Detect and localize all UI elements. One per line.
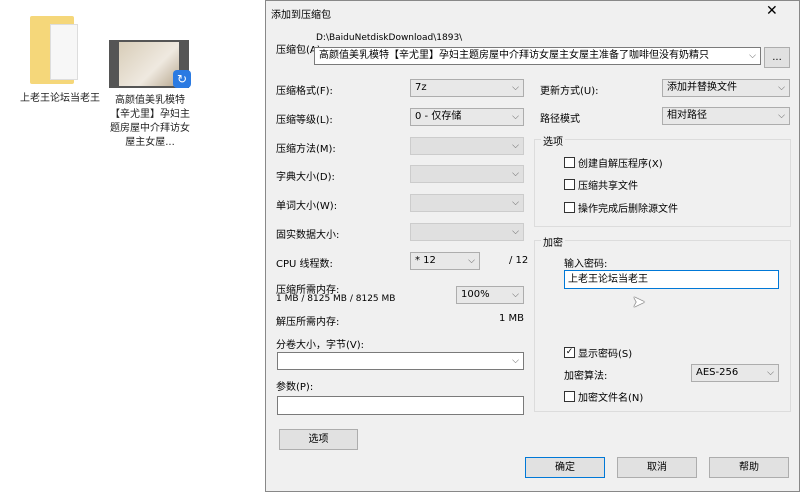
mouse-cursor-icon: ➤ [632, 292, 646, 311]
volume-label: 分卷大小，字节(V): [276, 340, 365, 351]
checkbox[interactable] [564, 179, 575, 190]
level-label: 压缩等级(L): [276, 115, 333, 126]
video-file-label: 高颜值美乳模特【辛尤里】孕妇主题房屋中介拜访女屋主女屋... [110, 95, 190, 148]
update-select[interactable]: 添加并替换文件 ⌵ [662, 79, 790, 97]
word-select[interactable]: ⌵ [410, 194, 524, 212]
path-mode-label: 路径模式 [540, 114, 580, 125]
encrypt-names-checkbox[interactable]: 加密文件名(N) [564, 389, 643, 404]
chevron-down-icon: ⌵ [512, 198, 519, 208]
chevron-down-icon: ⌵ [512, 112, 519, 122]
update-label: 更新方式(U): [540, 86, 599, 97]
browse-button[interactable]: ... [764, 47, 790, 68]
checkbox-checked[interactable]: ✓ [564, 347, 575, 358]
format-select[interactable]: 7z ⌵ [410, 79, 524, 97]
mem-percent-select[interactable]: 100% ⌵ [456, 286, 524, 304]
ok-button[interactable]: 确定 [525, 457, 605, 478]
help-button[interactable]: 帮助 [709, 457, 789, 478]
dmem-label: 解压所需内存: [276, 317, 340, 328]
checkbox[interactable] [564, 157, 575, 168]
chevron-down-icon: ⌵ [747, 48, 756, 64]
cpu-select[interactable]: * 12 ⌵ [410, 252, 480, 270]
mem-value: 1 MB / 8125 MB / 8125 MB [276, 294, 396, 304]
dict-label: 字典大小(D): [276, 172, 335, 183]
archive-name-combo[interactable]: 高颜值美乳模特【辛尤里】孕妇主题房屋中介拜访女屋主女屋主准备了咖啡但没有奶精只 ⌵ [314, 47, 761, 65]
baidu-badge-icon: ↻ [173, 70, 191, 88]
chevron-down-icon: ⌵ [512, 227, 519, 237]
password-label: 输入密码: [564, 259, 608, 270]
shared-files-checkbox[interactable]: 压缩共享文件 [564, 177, 638, 192]
dmem-value: 1 MB [499, 313, 525, 324]
checkbox[interactable] [564, 391, 575, 402]
chevron-down-icon: ⌵ [767, 368, 774, 378]
archive-name: 高颜值美乳模特【辛尤里】孕妇主题房屋中介拜访女屋主女屋主准备了咖啡但没有奶精只 [319, 50, 709, 61]
solid-select[interactable]: ⌵ [410, 223, 524, 241]
password-input[interactable]: 上老王论坛当老王 [564, 270, 779, 289]
chevron-down-icon: ⌵ [512, 356, 519, 366]
chevron-down-icon: ⌵ [512, 141, 519, 151]
word-label: 单词大小(W): [276, 201, 338, 212]
chevron-down-icon: ⌵ [512, 169, 519, 179]
chevron-down-icon: ⌵ [512, 83, 519, 93]
checkbox[interactable] [564, 202, 575, 213]
chevron-down-icon: ⌵ [778, 111, 785, 121]
method-select[interactable]: ⌵ [410, 137, 524, 155]
options-button[interactable]: 选项 [279, 429, 358, 450]
algorithm-label: 加密算法: [564, 371, 608, 382]
params-input[interactable] [277, 396, 524, 415]
format-label: 压缩格式(F): [276, 86, 333, 97]
add-to-archive-dialog: 添加到压缩包 ✕ 压缩包(A) D:\BaiduNetdiskDownload\… [265, 0, 800, 492]
algorithm-select[interactable]: AES-256 ⌵ [691, 364, 779, 382]
folder-label: 上老王论坛当老王 [20, 93, 100, 104]
options-group-label: 选项 [541, 133, 565, 148]
solid-label: 固实数据大小: [276, 230, 340, 241]
show-password-checkbox[interactable]: ✓ 显示密码(S) [564, 345, 632, 360]
chevron-down-icon: ⌵ [512, 290, 519, 300]
chevron-down-icon: ⌵ [778, 83, 785, 93]
params-label: 参数(P): [276, 382, 314, 393]
cancel-button[interactable]: 取消 [617, 457, 697, 478]
path-mode-select[interactable]: 相对路径 ⌵ [662, 107, 790, 125]
volume-combo[interactable]: ⌵ [277, 352, 524, 370]
close-icon[interactable]: ✕ [766, 3, 778, 19]
desktop-video-file[interactable]: ↻ 高颜值美乳模特【辛尤里】孕妇主题房屋中介拜访女屋主女屋... [105, 38, 195, 148]
method-label: 压缩方法(M): [276, 144, 336, 155]
cpu-max: / 12 [509, 255, 529, 266]
folder-papers [50, 24, 78, 80]
cpu-label: CPU 线程数: [276, 259, 333, 270]
encryption-group-label: 加密 [541, 234, 565, 249]
dialog-title: 添加到压缩包 [271, 10, 331, 21]
archive-path: D:\BaiduNetdiskDownload\1893\ [316, 33, 463, 43]
delete-source-checkbox[interactable]: 操作完成后删除源文件 [564, 200, 678, 215]
desktop-folder[interactable]: 上老王论坛当老王 [20, 14, 100, 124]
dict-select[interactable]: ⌵ [410, 165, 524, 183]
chevron-down-icon: ⌵ [468, 256, 475, 266]
sfx-checkbox[interactable]: 创建自解压程序(X) [564, 155, 663, 170]
level-select[interactable]: 0 - 仅存储 ⌵ [410, 108, 524, 126]
